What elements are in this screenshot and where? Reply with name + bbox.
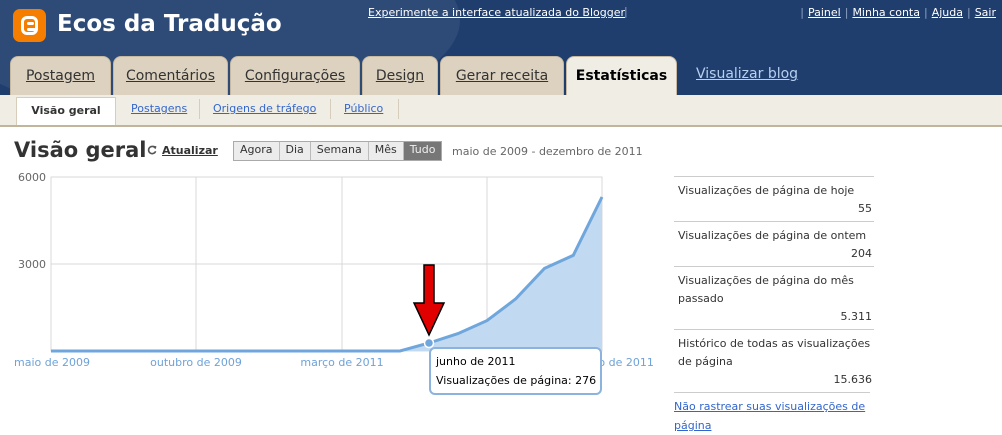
subtab-origens-de-trafego[interactable]: Origens de tráfego bbox=[213, 102, 316, 115]
stat-all-time: Histórico de todas as visualizações de p… bbox=[674, 329, 874, 392]
page-title: Visão geral bbox=[14, 138, 147, 162]
subtab-postagens[interactable]: Postagens bbox=[131, 102, 187, 115]
blogger-header: Ecos da Tradução Experimente a interface… bbox=[0, 0, 1002, 95]
y-tick-label: 6000 bbox=[18, 171, 46, 184]
try-new-interface-link[interactable]: Experimente a interface atualizada do Bl… bbox=[368, 6, 625, 19]
subtab-visao-geral[interactable]: Visão geral bbox=[16, 97, 116, 125]
range-semana-button[interactable]: Semana bbox=[310, 142, 369, 160]
stats-panel: Visualizações de página de hoje 55 Visual… bbox=[674, 176, 874, 435]
link-sair[interactable]: Sair bbox=[975, 6, 996, 19]
stat-today: Visualizações de página de hoje 55 bbox=[674, 176, 874, 221]
stat-last-month: Visualizações de página do mês passado 5.… bbox=[674, 266, 874, 329]
x-tick-label: maio de 2009 bbox=[14, 356, 90, 369]
subtab-publico[interactable]: Público bbox=[344, 102, 383, 115]
range-selector: Agora Dia Semana Mês Tudo bbox=[233, 141, 443, 161]
tab-configuracoes[interactable]: Configurações bbox=[230, 56, 360, 95]
stats-subnav: Visão geral Postagens Origens de tráfego… bbox=[0, 95, 1002, 127]
refresh-link[interactable]: Atualizar bbox=[162, 144, 218, 157]
separator: | bbox=[624, 5, 628, 18]
range-tudo-button[interactable]: Tudo bbox=[403, 142, 442, 160]
dont-track-link[interactable]: Não rastrear suas visualizações de págin… bbox=[674, 392, 870, 435]
range-agora-button[interactable]: Agora bbox=[234, 142, 280, 160]
blogger-logo-icon[interactable] bbox=[13, 9, 46, 42]
tab-postagem[interactable]: Postagem bbox=[10, 56, 111, 95]
blog-title[interactable]: Ecos da Tradução bbox=[57, 11, 282, 37]
account-links: | Painel | Minha conta | Ajuda | Sair bbox=[800, 6, 996, 19]
tab-estatisticas[interactable]: Estatísticas bbox=[566, 56, 677, 95]
x-tick-label: março de 2011 bbox=[300, 356, 383, 369]
area-fill bbox=[51, 197, 602, 351]
y-tick-label: 3000 bbox=[18, 258, 46, 271]
date-range: maio de 2009 - dezembro de 2011 bbox=[452, 145, 643, 158]
link-painel[interactable]: Painel bbox=[808, 6, 841, 19]
tab-comentarios[interactable]: Comentários bbox=[113, 56, 228, 95]
stat-yesterday: Visualizações de página de ontem 204 bbox=[674, 221, 874, 266]
view-blog-link[interactable]: Visualizar blog bbox=[696, 66, 798, 82]
range-dia-button[interactable]: Dia bbox=[279, 142, 311, 160]
refresh-icon[interactable] bbox=[147, 145, 157, 155]
x-tick-label: outubro de 2009 bbox=[150, 356, 242, 369]
tooltip-title: junho de 2011 bbox=[435, 355, 515, 368]
link-minha-conta[interactable]: Minha conta bbox=[852, 6, 920, 19]
red-arrow-icon bbox=[412, 264, 446, 337]
tab-design[interactable]: Design bbox=[362, 56, 438, 95]
data-point bbox=[423, 337, 435, 349]
tab-gerar-receita[interactable]: Gerar receita bbox=[440, 56, 564, 95]
link-ajuda[interactable]: Ajuda bbox=[932, 6, 963, 19]
range-mes-button[interactable]: Mês bbox=[368, 142, 404, 160]
pageviews-chart: 6000 3000 maio de 2009 outubro de 2009 março… bbox=[14, 171, 654, 395]
tooltip-value: Visualizações de página: 276 bbox=[436, 374, 596, 387]
